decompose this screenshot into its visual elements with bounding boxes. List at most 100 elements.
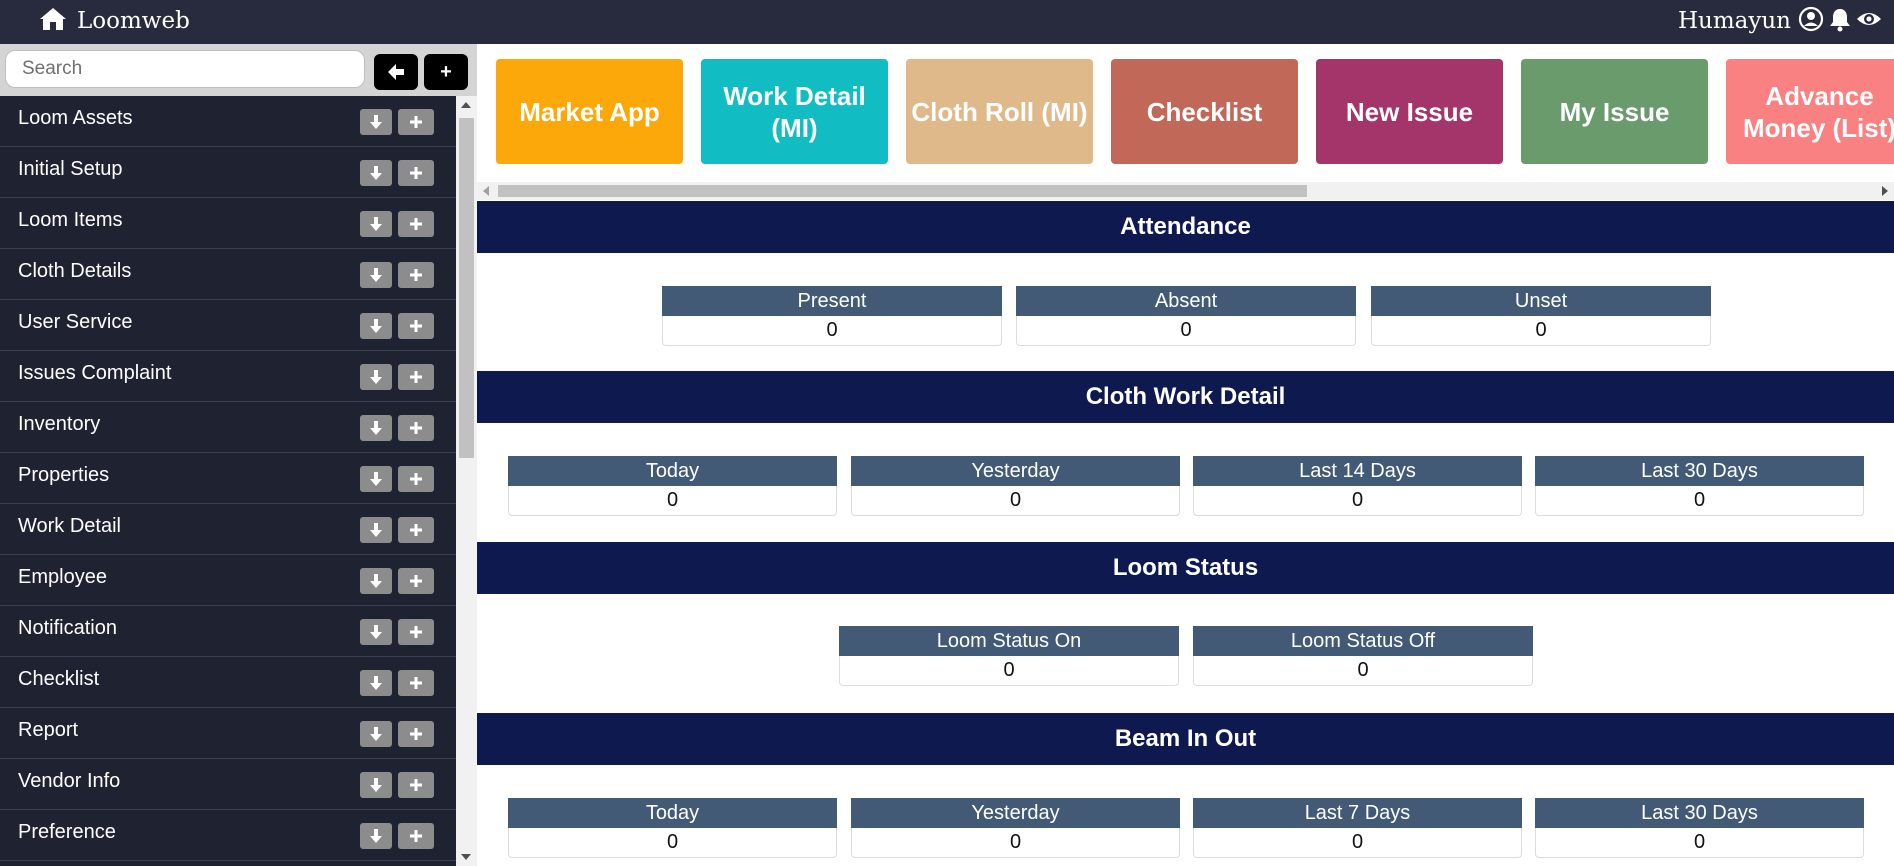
sidebar-item-properties[interactable]: Properties — [0, 453, 456, 504]
stat-value: 0 — [1193, 828, 1522, 858]
tile-checklist[interactable]: Checklist — [1111, 59, 1298, 164]
scroll-right-arrow[interactable] — [1882, 186, 1888, 196]
add-item-button[interactable] — [398, 823, 434, 849]
add-button[interactable]: + — [424, 54, 468, 90]
tile-market-app[interactable]: Market App — [496, 59, 683, 164]
tile-work-detail-mi[interactable]: Work Detail (MI) — [701, 59, 888, 164]
add-item-button[interactable] — [398, 772, 434, 798]
arrow-down-icon — [368, 522, 384, 538]
sidebar: + Loom Assets Initial Setup Loom Items Clot… — [0, 44, 477, 866]
back-button[interactable] — [374, 54, 418, 90]
home-icon — [38, 6, 68, 36]
stat-cwd-last-30-days: Last 30 Days 0 — [1535, 456, 1864, 516]
scroll-down-arrow[interactable] — [461, 854, 471, 860]
sidebar-item-employee[interactable]: Employee — [0, 555, 456, 606]
stat-label: Loom Status Off — [1193, 626, 1533, 656]
user-circle-icon[interactable] — [1795, 6, 1824, 36]
arrow-down-icon — [368, 777, 384, 793]
plus-icon — [408, 369, 424, 385]
user-name[interactable]: Humayun — [1678, 6, 1791, 36]
expand-button[interactable] — [360, 721, 392, 747]
user-area: Humayun — [1678, 6, 1882, 36]
sidebar-item-notification[interactable]: Notification — [0, 606, 456, 657]
plus-icon — [408, 216, 424, 232]
add-item-button[interactable] — [398, 466, 434, 492]
expand-button[interactable] — [360, 670, 392, 696]
eye-icon[interactable] — [1853, 6, 1882, 36]
stat-beam-last-30-days: Last 30 Days 0 — [1535, 798, 1864, 858]
expand-button[interactable] — [360, 568, 392, 594]
add-item-button[interactable] — [398, 313, 434, 339]
sidebar-item-loom-assets[interactable]: Loom Assets — [0, 96, 456, 147]
expand-button[interactable] — [360, 415, 392, 441]
plus-icon — [408, 420, 424, 436]
hscroll-thumb[interactable] — [498, 185, 1307, 197]
expand-button[interactable] — [360, 823, 392, 849]
tile-my-issue[interactable]: My Issue — [1521, 59, 1708, 164]
arrow-left-icon — [388, 64, 404, 80]
plus-icon — [408, 573, 424, 589]
expand-button[interactable] — [360, 619, 392, 645]
sidebar-search-row: + — [0, 44, 477, 96]
home-link[interactable]: Loomweb — [38, 6, 190, 36]
add-item-button[interactable] — [398, 517, 434, 543]
add-item-button[interactable] — [398, 721, 434, 747]
arrow-down-icon — [368, 267, 384, 283]
add-item-button[interactable] — [398, 160, 434, 186]
expand-button[interactable] — [360, 262, 392, 288]
add-item-button[interactable] — [398, 364, 434, 390]
scroll-up-arrow[interactable] — [461, 102, 471, 108]
expand-button[interactable] — [360, 160, 392, 186]
sidebar-item-loom-items[interactable]: Loom Items — [0, 198, 456, 249]
search-input[interactable] — [5, 50, 365, 88]
tiles-scrollbar[interactable] — [477, 182, 1894, 200]
expand-button[interactable] — [360, 211, 392, 237]
stat-value: 0 — [839, 656, 1179, 686]
expand-button[interactable] — [360, 313, 392, 339]
scroll-left-arrow[interactable] — [483, 186, 489, 196]
stat-loom-on: Loom Status On 0 — [839, 626, 1179, 686]
sidebar-menu: Loom Assets Initial Setup Loom Items Cloth … — [0, 96, 456, 866]
main-content: Market App Work Detail (MI) Cloth Roll (MI… — [477, 44, 1894, 866]
sidebar-item-preference[interactable]: Preference — [0, 810, 456, 861]
sidebar-item-cloth-details[interactable]: Cloth Details — [0, 249, 456, 300]
sidebar-scrollbar[interactable] — [456, 96, 477, 866]
plus-icon — [408, 114, 424, 130]
sidebar-item-user-service[interactable]: User Service — [0, 300, 456, 351]
sidebar-item-work-detail[interactable]: Work Detail — [0, 504, 456, 555]
add-item-button[interactable] — [398, 670, 434, 696]
sidebar-item-checklist[interactable]: Checklist — [0, 657, 456, 708]
add-item-button[interactable] — [398, 568, 434, 594]
stat-value: 0 — [1535, 486, 1864, 516]
bell-icon[interactable] — [1824, 6, 1853, 36]
sidebar-item-inventory[interactable]: Inventory — [0, 402, 456, 453]
tile-new-issue[interactable]: New Issue — [1316, 59, 1503, 164]
tile-cloth-roll-mi[interactable]: Cloth Roll (MI) — [906, 59, 1093, 164]
sidebar-item-vendor-info[interactable]: Vendor Info — [0, 759, 456, 810]
arrow-down-icon — [368, 216, 384, 232]
expand-button[interactable] — [360, 517, 392, 543]
sidebar-item-label: Cloth Details — [18, 260, 132, 282]
sidebar-item-initial-setup[interactable]: Initial Setup — [0, 147, 456, 198]
quick-tiles: Market App Work Detail (MI) Cloth Roll (MI… — [477, 44, 1894, 184]
add-item-button[interactable] — [398, 415, 434, 441]
add-item-button[interactable] — [398, 262, 434, 288]
stat-value: 0 — [508, 486, 837, 516]
sidebar-item-issues-complaint[interactable]: Issues Complaint — [0, 351, 456, 402]
arrow-down-icon — [368, 114, 384, 130]
expand-button[interactable] — [360, 109, 392, 135]
stat-value: 0 — [1535, 828, 1864, 858]
expand-button[interactable] — [360, 772, 392, 798]
sidebar-item-label: Vendor Info — [18, 770, 121, 792]
sidebar-item-label: Checklist — [18, 668, 100, 690]
add-item-button[interactable] — [398, 619, 434, 645]
stat-beam-last-7-days: Last 7 Days 0 — [1193, 798, 1522, 858]
tile-advance-money-list[interactable]: Advance Money (List) — [1726, 59, 1894, 164]
add-item-button[interactable] — [398, 211, 434, 237]
sidebar-item-report[interactable]: Report — [0, 708, 456, 759]
scroll-thumb[interactable] — [459, 118, 474, 458]
add-item-button[interactable] — [398, 109, 434, 135]
app-title: Loomweb — [77, 8, 190, 34]
expand-button[interactable] — [360, 466, 392, 492]
expand-button[interactable] — [360, 364, 392, 390]
